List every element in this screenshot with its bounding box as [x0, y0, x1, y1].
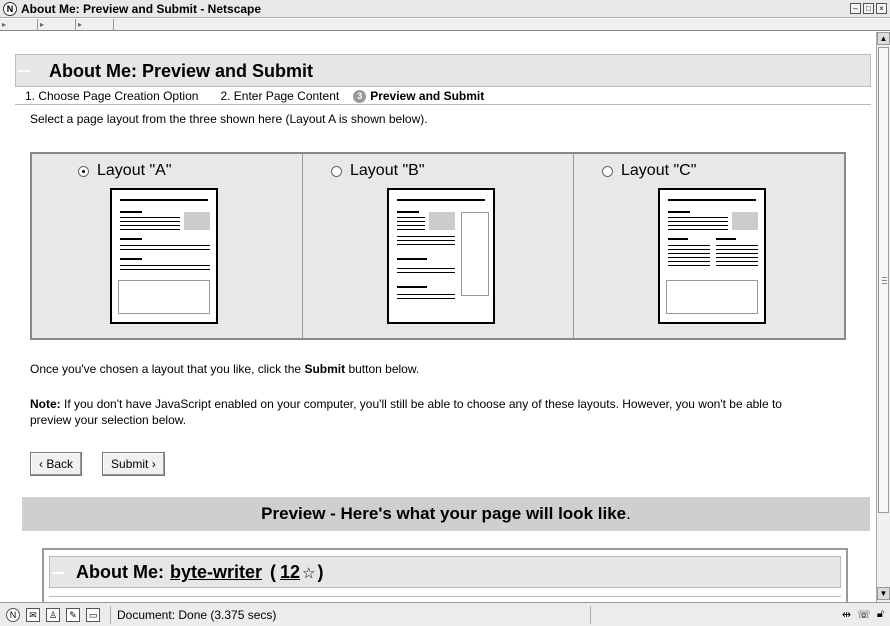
back-button[interactable]: ‹ Back: [30, 452, 83, 476]
note-label: Note:: [30, 397, 61, 411]
mail-icon[interactable]: ✉: [26, 607, 40, 622]
minimize-button[interactable]: –: [850, 3, 861, 14]
submit-instruction-text: Once you've chosen a layout that you lik…: [30, 362, 305, 376]
layout-a-cell[interactable]: Layout "A": [32, 154, 303, 338]
submit-instruction-tail: button below.: [345, 362, 420, 376]
step-3-current: 3 Preview and Submit: [353, 89, 484, 103]
layout-c-cell[interactable]: Layout "C": [574, 154, 844, 338]
toolbar-grippy-1[interactable]: ▸: [0, 19, 38, 30]
maximize-button[interactable]: □: [863, 3, 874, 14]
window-titlebar: N About Me: Preview and Submit - Netscap…: [0, 0, 890, 18]
layout-a-option[interactable]: Layout "A": [78, 162, 172, 180]
close-button[interactable]: ×: [876, 3, 887, 14]
status-text: Document: Done (3.375 secs): [110, 605, 590, 624]
layout-instruction: Select a page layout from the three show…: [30, 112, 428, 126]
address-book-icon[interactable]: ♙: [46, 607, 60, 622]
step-2[interactable]: 2. Enter Page Content: [220, 89, 339, 103]
header-dash: [18, 70, 30, 72]
scroll-down-arrow[interactable]: ▼: [877, 587, 890, 600]
netscape-icon[interactable]: N: [6, 607, 20, 622]
preview-title: Preview - Here's what your page will loo…: [261, 504, 627, 523]
toolbar-grippy-3[interactable]: ▸: [76, 19, 114, 30]
layout-c-thumbnail[interactable]: [658, 188, 766, 324]
composer-icon[interactable]: ✎: [66, 607, 80, 622]
layout-b-thumbnail[interactable]: [387, 188, 495, 324]
layout-c-label: Layout "C": [621, 162, 697, 179]
submit-keyword: Submit: [304, 362, 346, 376]
profile-rating-link[interactable]: 12: [280, 562, 300, 583]
layout-a-thumbnail[interactable]: [110, 188, 218, 324]
profile-header: About Me: byte-writer ( 12 ☆ ): [49, 556, 841, 588]
layout-b-label: Layout "B": [350, 162, 425, 179]
layout-b-cell[interactable]: Layout "B": [303, 154, 574, 338]
security-lock-icon[interactable]: 🔓︎: [877, 608, 884, 621]
page-header: About Me: Preview and Submit: [15, 54, 871, 87]
scroll-thumb[interactable]: [878, 47, 889, 513]
status-cell: [590, 605, 760, 624]
rating-open-paren: (: [270, 562, 277, 582]
chat-icon[interactable]: ▭: [86, 607, 100, 622]
netscape-icon: N: [3, 1, 17, 16]
step-breadcrumb: 1. Choose Page Creation Option 2. Enter …: [15, 88, 871, 105]
profile-title: About Me: byte-writer ( 12 ☆ ): [76, 562, 324, 583]
connection-icon[interactable]: ⇹: [842, 608, 851, 621]
star-icon: ☆: [302, 564, 316, 582]
status-right-icons: ⇹ ☏ 🔓︎: [842, 608, 884, 621]
submit-button[interactable]: Submit ›: [102, 452, 165, 476]
javascript-note: Note: If you don't have JavaScript enabl…: [30, 396, 790, 428]
page-title: About Me: Preview and Submit: [49, 61, 314, 81]
layout-b-radio[interactable]: [331, 165, 342, 177]
profile-header-dash: [52, 572, 64, 574]
toolbar-grippy-2[interactable]: ▸: [38, 19, 76, 30]
vertical-scrollbar[interactable]: ▲ ▼: [876, 32, 890, 602]
window-title: About Me: Preview and Submit - Netscape: [21, 1, 262, 16]
step-3-label: Preview and Submit: [370, 89, 485, 103]
layout-a-label: Layout "A": [97, 162, 172, 179]
layout-c-radio[interactable]: [602, 165, 613, 177]
offline-icon[interactable]: ☏: [857, 608, 871, 621]
profile-divider: [49, 596, 841, 597]
submit-instruction: Once you've chosen a layout that you lik…: [30, 362, 419, 376]
scroll-up-arrow[interactable]: ▲: [877, 32, 890, 45]
form-buttons: ‹ Back Submit ›: [30, 452, 165, 476]
status-bar: N ✉ ♙ ✎ ▭ Document: Done (3.375 secs) ⇹ …: [0, 602, 890, 626]
window-controls: – □ ×: [850, 3, 887, 14]
rating-close-paren: ): [317, 562, 324, 582]
page-viewport: About Me: Preview and Submit 1. Choose P…: [0, 32, 876, 602]
step-number-badge: 3: [353, 89, 367, 103]
preview-banner: Preview - Here's what your page will loo…: [22, 497, 870, 531]
layout-b-option[interactable]: Layout "B": [331, 162, 425, 180]
collapsed-toolbars: ▸ ▸ ▸: [0, 19, 890, 31]
layout-a-radio[interactable]: [78, 165, 89, 177]
note-text: If you don't have JavaScript enabled on …: [30, 397, 782, 427]
profile-prefix: About Me:: [76, 562, 164, 582]
profile-username-link[interactable]: byte-writer: [170, 562, 262, 583]
layout-c-option[interactable]: Layout "C": [602, 162, 696, 180]
profile-preview-frame: About Me: byte-writer ( 12 ☆ ): [42, 548, 848, 602]
preview-period: .: [626, 504, 631, 523]
step-1[interactable]: 1. Choose Page Creation Option: [25, 89, 198, 103]
layout-chooser: Layout "A" Layout "B" Layout "C": [30, 152, 846, 340]
